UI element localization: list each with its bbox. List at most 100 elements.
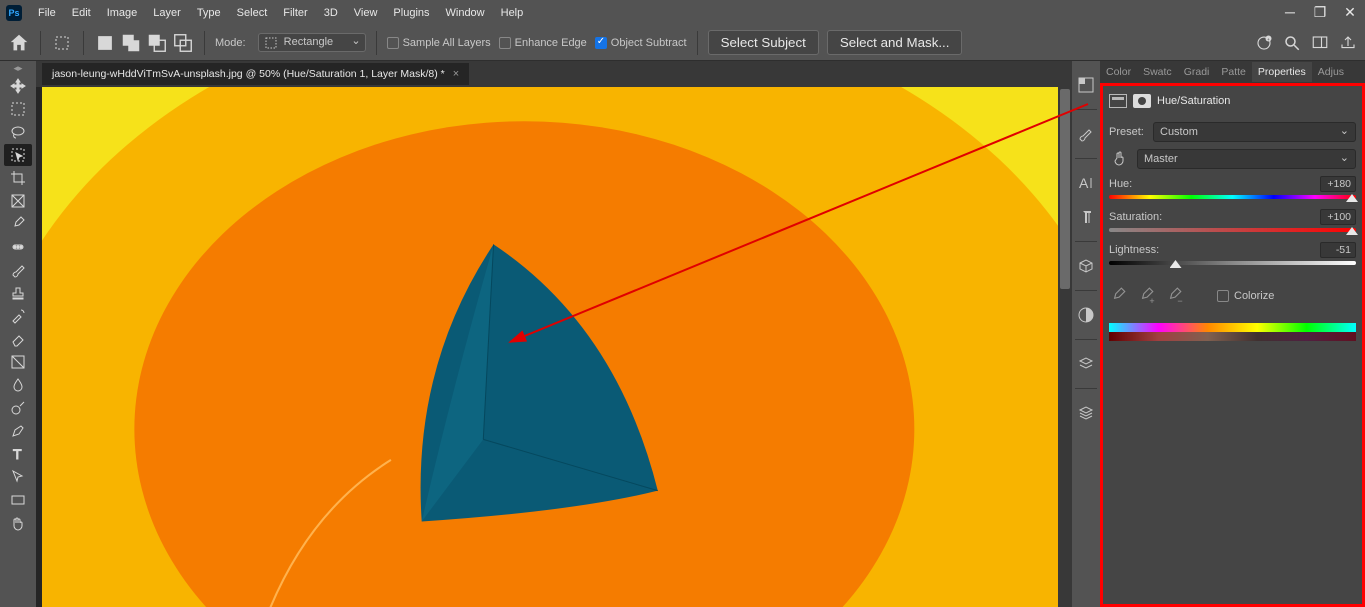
tab-color[interactable]: Color — [1100, 62, 1137, 82]
mode-value: Rectangle — [284, 36, 334, 48]
selection-subtract[interactable] — [146, 32, 168, 54]
document-tab-close[interactable]: × — [453, 68, 459, 80]
menu-window[interactable]: Window — [438, 3, 493, 23]
menu-3d[interactable]: 3D — [316, 3, 346, 23]
sample-all-label: Sample All Layers — [403, 37, 491, 49]
properties-panel: Hue/Saturation Preset: Custom Master Hue… — [1100, 83, 1365, 607]
eyedropper-set-icon[interactable] — [1109, 287, 1127, 305]
dock-brushes-icon[interactable] — [1076, 124, 1096, 144]
tab-properties[interactable]: Properties — [1252, 62, 1312, 82]
object-subtract-checkbox[interactable]: Object Subtract — [595, 37, 687, 49]
tab-gradients[interactable]: Gradi — [1178, 62, 1216, 82]
left-expand-strip[interactable]: ◂▸ — [0, 62, 36, 74]
properties-title: Hue/Saturation — [1157, 95, 1230, 107]
hue-slider[interactable] — [1109, 195, 1356, 199]
menu-filter[interactable]: Filter — [275, 3, 315, 23]
selection-new[interactable] — [94, 32, 116, 54]
restore-button[interactable]: ❐ — [1311, 4, 1329, 21]
menu-file[interactable]: File — [30, 3, 64, 23]
menu-edit[interactable]: Edit — [64, 3, 99, 23]
menu-layer[interactable]: Layer — [145, 3, 189, 23]
hue-slider-thumb[interactable] — [1346, 194, 1358, 202]
selection-add[interactable] — [120, 32, 142, 54]
cloud-documents-icon[interactable]: + — [1255, 34, 1273, 52]
dock-character-icon[interactable]: A — [1076, 173, 1096, 193]
stamp-tool[interactable] — [4, 282, 32, 304]
right-panel-tabs: Color Swatc Gradi Patte Properties Adjus — [1100, 61, 1365, 83]
blur-tool[interactable] — [4, 374, 32, 396]
document-tab[interactable]: jason-leung-wHddViTmSvA-unsplash.jpg @ 5… — [42, 63, 469, 85]
history-brush-tool[interactable] — [4, 305, 32, 327]
healing-tool[interactable] — [4, 236, 32, 258]
path-selection-tool[interactable] — [4, 466, 32, 488]
menu-view[interactable]: View — [346, 3, 386, 23]
brush-tool[interactable] — [4, 259, 32, 281]
eraser-tool[interactable] — [4, 328, 32, 350]
marquee-tool[interactable] — [4, 98, 32, 120]
colorize-label: Colorize — [1234, 290, 1274, 302]
tab-patterns[interactable]: Patte — [1215, 62, 1252, 82]
svg-text:+: + — [1149, 296, 1154, 305]
minimize-button[interactable]: ─ — [1281, 4, 1299, 21]
eyedropper-subtract-icon[interactable]: − — [1165, 287, 1183, 305]
tab-swatches[interactable]: Swatc — [1137, 62, 1178, 82]
hue-value[interactable]: +180 — [1320, 176, 1356, 192]
dock-adjustments-icon[interactable] — [1076, 305, 1096, 325]
scrollbar-thumb[interactable] — [1060, 89, 1070, 289]
channel-value: Master — [1144, 153, 1178, 165]
select-subject-button[interactable]: Select Subject — [708, 30, 819, 55]
sample-all-layers-checkbox[interactable]: Sample All Layers — [387, 37, 491, 49]
menu-plugins[interactable]: Plugins — [385, 3, 437, 23]
tab-adjustments[interactable]: Adjus — [1312, 62, 1350, 82]
gradient-tool[interactable] — [4, 351, 32, 373]
lightness-slider-thumb[interactable] — [1170, 260, 1182, 268]
workspace-icon[interactable] — [1311, 34, 1329, 52]
eyedropper-tool[interactable] — [4, 213, 32, 235]
colorize-checkbox[interactable]: Colorize — [1217, 290, 1274, 302]
vertical-scrollbar[interactable] — [1058, 87, 1072, 607]
dock-layers-icon[interactable] — [1076, 403, 1096, 423]
svg-text:A: A — [1079, 175, 1089, 191]
dock-libraries-icon[interactable] — [1076, 354, 1096, 374]
dock-color-panel-icon[interactable] — [1076, 75, 1096, 95]
dock-paragraph-icon[interactable] — [1076, 207, 1096, 227]
close-window-button[interactable]: ✕ — [1341, 4, 1359, 21]
preset-select[interactable]: Custom — [1153, 122, 1356, 142]
targeted-adjustment-icon[interactable] — [1109, 148, 1131, 170]
color-range-strips — [1109, 323, 1356, 341]
menu-select[interactable]: Select — [229, 3, 276, 23]
mode-select[interactable]: Rectangle — [258, 33, 366, 51]
frame-tool[interactable] — [4, 190, 32, 212]
select-and-mask-button[interactable]: Select and Mask... — [827, 30, 963, 55]
layer-mask-icon[interactable] — [1133, 94, 1151, 108]
crop-tool[interactable] — [4, 167, 32, 189]
share-icon[interactable] — [1339, 34, 1357, 52]
dock-3d-icon[interactable] — [1076, 256, 1096, 276]
saturation-slider[interactable] — [1109, 228, 1356, 232]
lightness-value[interactable]: -51 — [1320, 242, 1356, 258]
tool-preset-picker[interactable] — [51, 32, 73, 54]
menu-image[interactable]: Image — [99, 3, 146, 23]
saturation-value[interactable]: +100 — [1320, 209, 1356, 225]
rectangle-tool[interactable] — [4, 489, 32, 511]
lasso-tool[interactable] — [4, 121, 32, 143]
pen-tool[interactable] — [4, 420, 32, 442]
menu-help[interactable]: Help — [493, 3, 532, 23]
enhance-edge-checkbox[interactable]: Enhance Edge — [499, 37, 587, 49]
enhance-edge-label: Enhance Edge — [515, 37, 587, 49]
lightness-slider[interactable] — [1109, 261, 1356, 265]
eyedropper-add-icon[interactable]: + — [1137, 287, 1155, 305]
dodge-tool[interactable] — [4, 397, 32, 419]
saturation-slider-thumb[interactable] — [1346, 227, 1358, 235]
menu-type[interactable]: Type — [189, 3, 229, 23]
search-icon[interactable] — [1283, 34, 1301, 52]
selection-intersect[interactable] — [172, 32, 194, 54]
home-button[interactable] — [8, 32, 30, 54]
move-tool[interactable] — [4, 75, 32, 97]
document-canvas[interactable] — [42, 87, 1058, 607]
hand-tool[interactable] — [4, 512, 32, 534]
selection-mode-group — [94, 32, 194, 54]
object-selection-tool[interactable] — [4, 144, 32, 166]
type-tool[interactable]: T — [4, 443, 32, 465]
channel-select[interactable]: Master — [1137, 149, 1356, 169]
